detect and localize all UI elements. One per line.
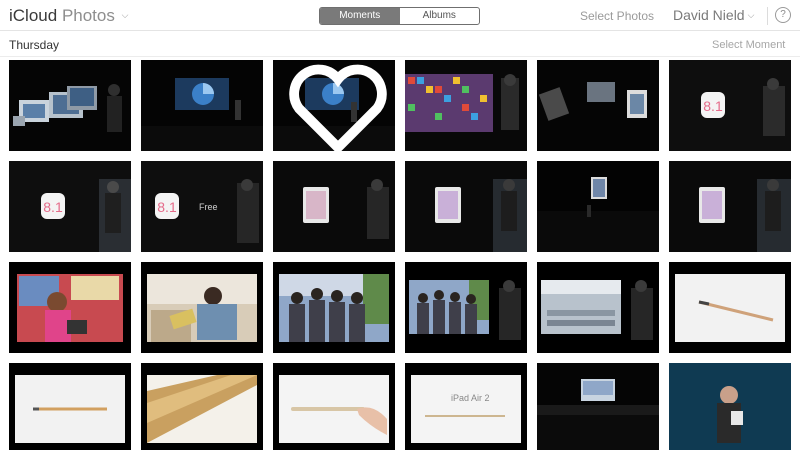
photo-thumbnail[interactable] xyxy=(405,60,527,151)
top-bar: iCloud Photos ⌵ Moments Albums Select Ph… xyxy=(0,0,800,31)
app-title[interactable]: iCloud Photos ⌵ xyxy=(9,6,128,26)
photo-thumbnail[interactable] xyxy=(537,363,659,450)
brand-icloud: iCloud xyxy=(9,6,58,25)
photo-thumbnail[interactable] xyxy=(537,262,659,353)
photo-thumbnail[interactable] xyxy=(669,262,791,353)
photo-thumbnail[interactable] xyxy=(273,161,395,252)
photo-thumbnail[interactable] xyxy=(141,262,263,353)
photo-thumbnail[interactable]: 8.1 xyxy=(669,60,791,151)
photo-thumbnail[interactable]: iPad Air 2 xyxy=(405,363,527,450)
photo-thumbnail[interactable]: 8.1 xyxy=(9,161,131,252)
svg-text:8.1: 8.1 xyxy=(43,199,63,215)
photo-thumbnail[interactable] xyxy=(405,262,527,353)
divider xyxy=(767,7,768,25)
view-switcher: Moments Albums xyxy=(319,7,480,25)
photo-thumbnail[interactable] xyxy=(273,60,395,151)
photo-thumbnail[interactable] xyxy=(9,363,131,450)
photo-grid: 8.1 8.1 8.1 Free iPad Air 2 xyxy=(0,60,800,450)
photo-thumbnail[interactable] xyxy=(9,60,131,151)
moment-title: Thursday xyxy=(9,38,60,52)
photo-thumbnail[interactable] xyxy=(537,60,659,151)
user-name: David Nield xyxy=(673,7,745,23)
user-menu[interactable]: David Nield ⌵ xyxy=(673,7,754,23)
svg-text:8.1: 8.1 xyxy=(703,98,723,114)
chevron-down-icon[interactable]: ⌵ xyxy=(122,10,129,20)
tab-albums[interactable]: Albums xyxy=(400,8,480,24)
photo-thumbnail[interactable] xyxy=(669,363,791,450)
photo-thumbnail[interactable] xyxy=(9,262,131,353)
help-icon[interactable]: ? xyxy=(775,7,791,23)
chevron-down-icon: ⌵ xyxy=(747,10,755,20)
tab-moments[interactable]: Moments xyxy=(320,8,400,24)
brand-app-name: Photos xyxy=(61,6,115,25)
photo-thumbnail[interactable] xyxy=(141,60,263,151)
svg-text:8.1: 8.1 xyxy=(157,199,177,215)
photo-thumbnail[interactable] xyxy=(405,161,527,252)
photo-thumbnail[interactable]: 8.1 Free xyxy=(141,161,263,252)
photo-thumbnail[interactable] xyxy=(141,363,263,450)
photo-caption: Free xyxy=(199,202,218,212)
photo-caption: iPad Air 2 xyxy=(451,393,490,403)
moment-header: Thursday Select Moment xyxy=(0,31,800,57)
photo-thumbnail[interactable] xyxy=(669,161,791,252)
photo-thumbnail[interactable] xyxy=(537,161,659,252)
favorite-heart-icon[interactable] xyxy=(277,63,395,151)
photo-thumbnail[interactable] xyxy=(273,262,395,353)
select-moment-button[interactable]: Select Moment xyxy=(712,39,785,51)
select-photos-button[interactable]: Select Photos xyxy=(580,9,654,23)
photo-thumbnail[interactable] xyxy=(273,363,395,450)
